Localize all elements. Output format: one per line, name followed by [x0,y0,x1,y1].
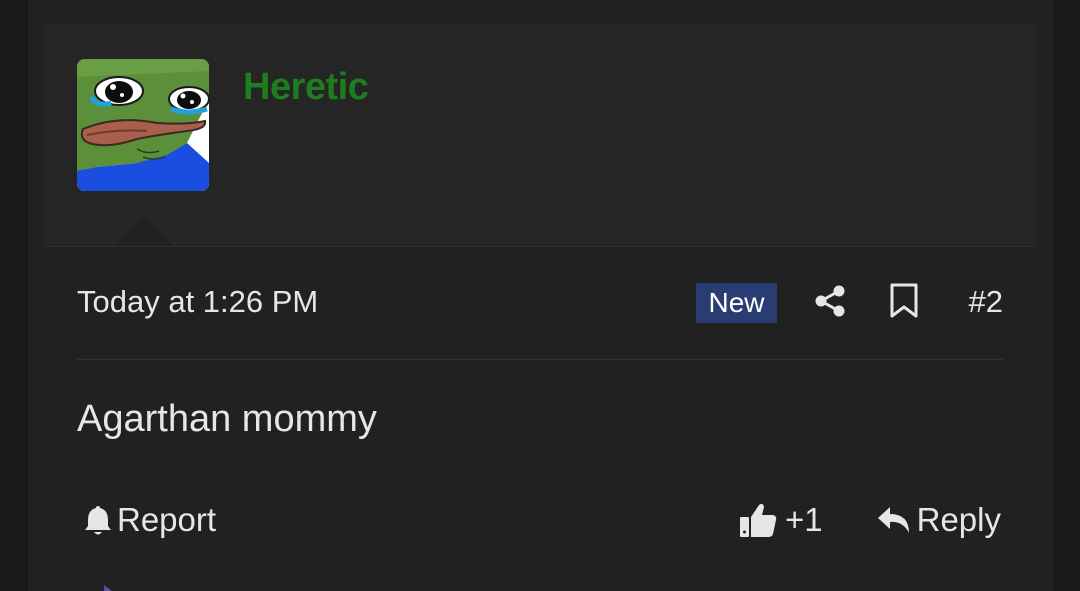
post-timestamp[interactable]: Today at 1:26 PM [77,284,318,320]
new-badge: New [696,283,777,323]
post-meta-row: Today at 1:26 PM New #2 [77,270,1003,334]
reply-arrow-icon [877,507,909,533]
meta-divider [77,359,1003,360]
page: Heretic Today at 1:26 PM New #2 Agarthan… [0,0,1080,591]
bookmark-icon [890,283,918,318]
post-number-link[interactable]: #2 [969,284,1003,320]
reply-label: Reply [916,501,1001,538]
avatar-pointer [114,215,174,246]
avatar[interactable] [77,59,209,191]
forum-post: Heretic Today at 1:26 PM New #2 Agarthan… [28,0,1053,591]
like-count: +1 [785,501,823,538]
reply-button[interactable]: Reply [877,500,1001,540]
bookmark-button[interactable] [889,283,919,319]
next-post-edge [104,585,112,591]
like-button[interactable]: +1 [739,498,823,542]
post-user-block: Heretic [44,24,1036,247]
report-label: Report [117,501,217,538]
thumbs-up-icon [740,503,777,537]
crying-frog-avatar-icon [77,59,209,191]
report-button[interactable]: Report [83,500,216,540]
username-link[interactable]: Heretic [243,66,369,109]
share-icon [815,285,845,317]
share-button[interactable] [813,284,847,318]
bell-icon [85,506,111,535]
post-actions: Report +1 Reply [77,492,1003,552]
post-message: Agarthan mommy [77,398,377,440]
